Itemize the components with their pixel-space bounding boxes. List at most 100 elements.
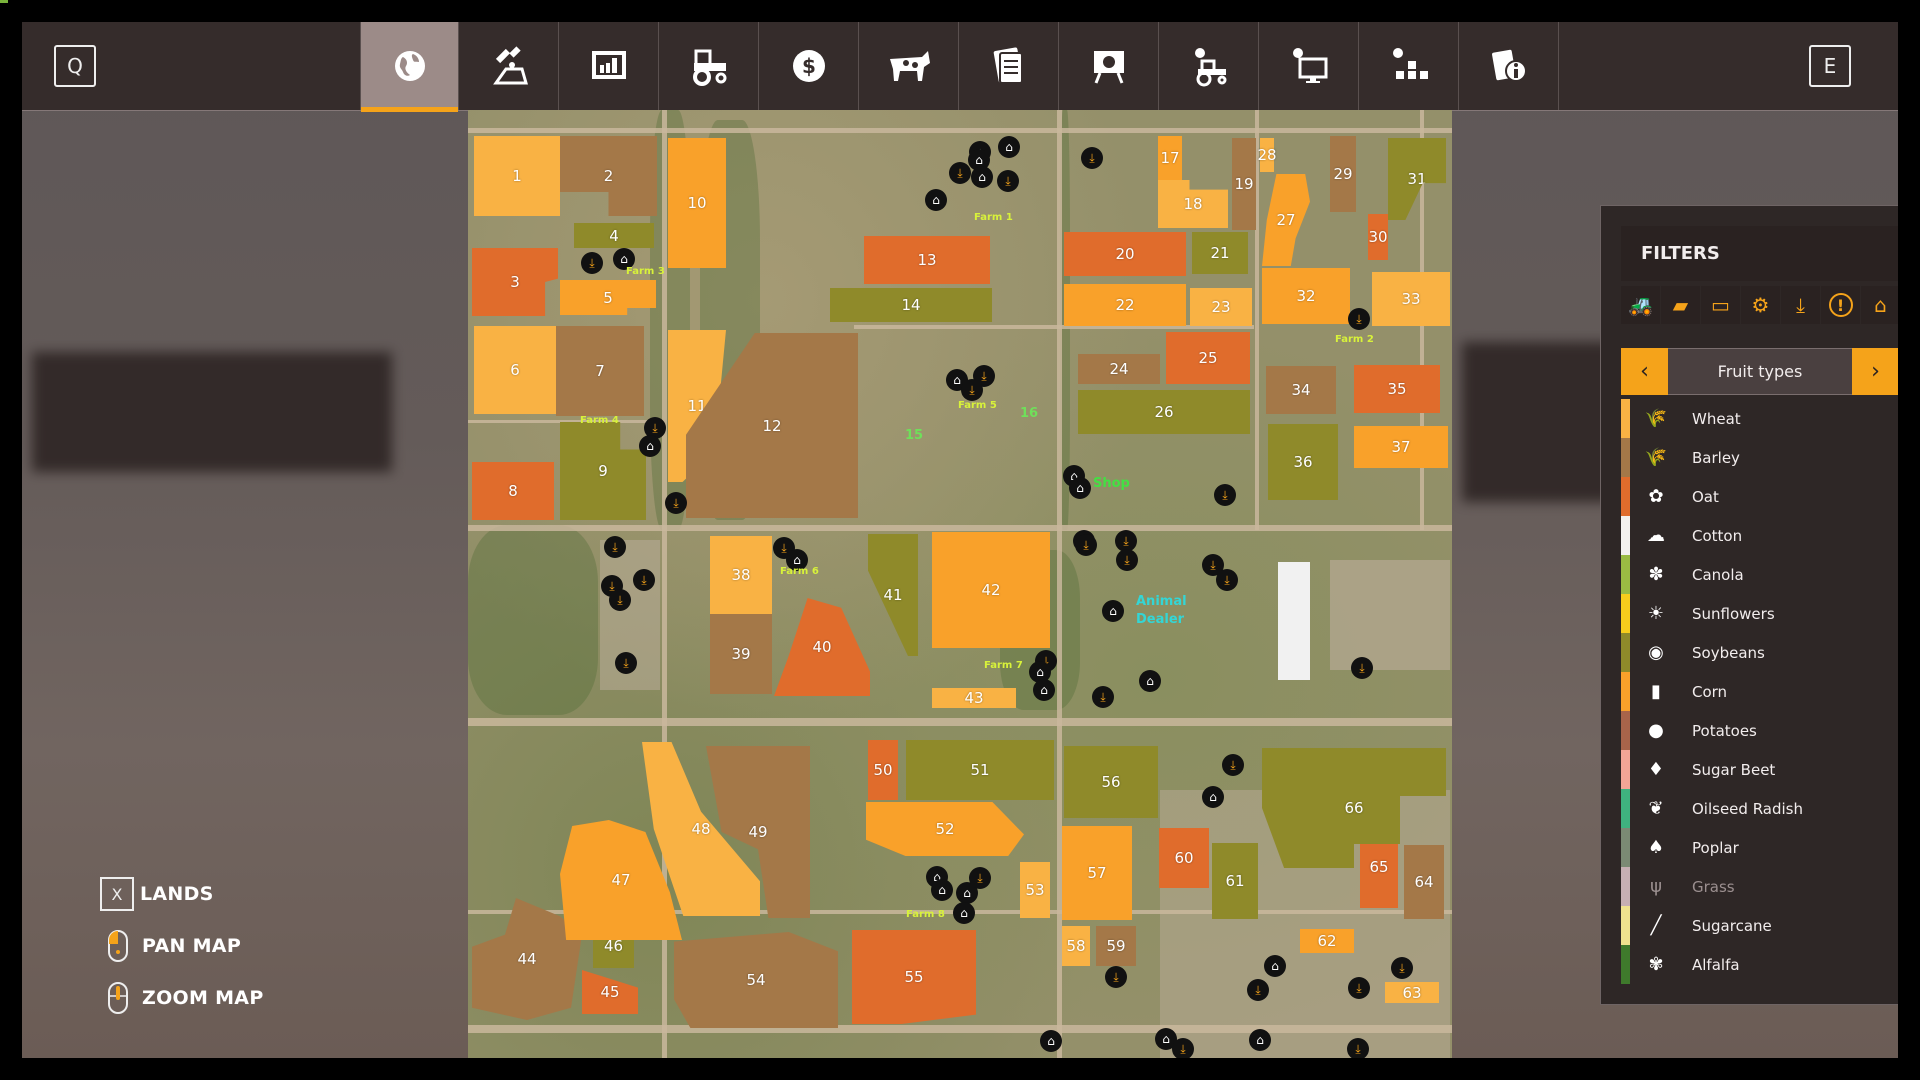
field-36[interactable]: 36	[1268, 424, 1338, 500]
filter-type-selector[interactable]: ‹ Fruit types ›	[1621, 348, 1898, 395]
sell-point-icon[interactable]: ⤓	[949, 162, 971, 184]
fruit-filter-item[interactable]: ╱ Sugarcane	[1621, 906, 1898, 945]
field-32[interactable]: 32	[1262, 268, 1350, 324]
field-2[interactable]: 2	[560, 136, 657, 216]
tab-vehicles[interactable]	[660, 22, 759, 110]
sell-point-icon[interactable]: ⤓	[581, 252, 603, 274]
field-3[interactable]: 3	[472, 248, 558, 316]
sell-point-icon[interactable]: ⤓	[1172, 1038, 1194, 1058]
sell-point-icon[interactable]: ⤓	[1116, 549, 1138, 571]
field-41[interactable]: 41	[868, 534, 918, 656]
field-55[interactable]: 55	[852, 930, 976, 1024]
animal-pen-icon[interactable]: ⌂	[1202, 786, 1224, 808]
field-14[interactable]: 14	[830, 288, 992, 322]
field-39[interactable]: 39	[710, 614, 772, 694]
field-1[interactable]: 1	[474, 136, 560, 216]
sell-point-icon[interactable]: ⤓	[1391, 957, 1413, 979]
tab-game-settings[interactable]	[1160, 22, 1259, 110]
sell-point-icon[interactable]: ⤓	[615, 652, 637, 674]
field-42[interactable]: 42	[932, 532, 1050, 648]
field-54[interactable]: 54	[674, 932, 838, 1028]
fruit-filter-item[interactable]: ◉ Soybeans	[1621, 633, 1898, 672]
field-34[interactable]: 34	[1266, 366, 1336, 414]
filter-toggle-trailer[interactable]: ▭	[1701, 286, 1740, 324]
animal-pen-icon[interactable]: ⌂	[925, 189, 947, 211]
fruit-filter-item[interactable]: ψ Grass	[1621, 867, 1898, 906]
field-19[interactable]: 19	[1232, 138, 1256, 230]
sell-point-icon[interactable]: ⤓	[604, 536, 626, 558]
filter-toggle-sell-point[interactable]: ⤓	[1781, 286, 1820, 324]
field-29[interactable]: 29	[1330, 136, 1356, 212]
filter-toggle-combine[interactable]: ▰	[1661, 286, 1700, 324]
field-58[interactable]: 58	[1062, 926, 1090, 966]
field-62[interactable]: 62	[1300, 929, 1354, 953]
tab-info[interactable]	[1460, 22, 1559, 110]
fruit-filter-item[interactable]: ✿ Oat	[1621, 477, 1898, 516]
sell-point-icon[interactable]: ⤓	[1348, 308, 1370, 330]
field-27[interactable]: 27	[1262, 174, 1310, 266]
field-6[interactable]: 6	[474, 326, 556, 414]
field-21[interactable]: 21	[1192, 232, 1248, 274]
field-51[interactable]: 51	[906, 740, 1054, 800]
animal-pen-icon[interactable]: ⌂	[931, 879, 953, 901]
field-18[interactable]: 18	[1158, 180, 1228, 228]
sell-point-icon[interactable]: ⤓	[633, 569, 655, 591]
field-50[interactable]: 50	[868, 740, 898, 800]
fruit-filter-item[interactable]: ☀ Sunflowers	[1621, 594, 1898, 633]
field-24[interactable]: 24	[1078, 354, 1160, 384]
field-40[interactable]: 40	[774, 598, 870, 696]
field-9[interactable]: 9	[560, 422, 646, 520]
field-17[interactable]: 17	[1158, 136, 1182, 180]
field-38[interactable]: 38	[710, 536, 772, 614]
sell-point-icon[interactable]: ⤓	[997, 170, 1019, 192]
field-56[interactable]: 56	[1064, 746, 1158, 818]
fruit-filter-item[interactable]: 🌾 Wheat	[1621, 399, 1898, 438]
sell-point-icon[interactable]: ⤓	[1222, 754, 1244, 776]
field-57[interactable]: 57	[1062, 826, 1132, 920]
field-60[interactable]: 60	[1159, 828, 1209, 888]
field-33[interactable]: 33	[1372, 272, 1450, 326]
fruit-filter-item[interactable]: 🌾 Barley	[1621, 438, 1898, 477]
tab-animals[interactable]	[860, 22, 959, 110]
field-52[interactable]: 52	[866, 802, 1024, 856]
sell-point-icon[interactable]: ⤓	[1216, 569, 1238, 591]
tab-statistics[interactable]	[560, 22, 659, 110]
tab-precision-farming[interactable]	[460, 22, 559, 110]
fruit-filter-item[interactable]: ☁ Cotton	[1621, 516, 1898, 555]
field-45[interactable]: 45	[582, 970, 638, 1014]
tab-help[interactable]	[1060, 22, 1159, 110]
animal-pen-icon[interactable]: ⌂	[998, 136, 1020, 158]
sell-point-icon[interactable]: ⤓	[1092, 686, 1114, 708]
sell-point-icon[interactable]: ⤓	[1347, 1038, 1369, 1058]
field-30[interactable]: 30	[1368, 214, 1388, 260]
sell-point-icon[interactable]: ⤓	[609, 589, 631, 611]
animal-pen-icon[interactable]: ⌂	[1069, 477, 1091, 499]
animal-pen-icon[interactable]: ⌂	[1139, 670, 1161, 692]
overview-map[interactable]: 1 2 3 4 5 6 7 8 9 10 11 12 13 14 15 16 17 18 19 20 21 22 23 24 2…	[468, 110, 1452, 1058]
previous-page-key[interactable]: Q	[54, 45, 96, 87]
sell-point-icon[interactable]: ⤓	[1348, 977, 1370, 999]
field-number-unplanted[interactable]: 16	[1020, 406, 1038, 421]
lands-toggle[interactable]: X LANDS	[100, 874, 264, 914]
tab-finances[interactable]: $	[760, 22, 859, 110]
animal-pen-icon[interactable]: ⌂	[1033, 679, 1055, 701]
field-13[interactable]: 13	[864, 236, 990, 284]
field-25[interactable]: 25	[1166, 332, 1250, 384]
sell-point-icon[interactable]: ⤓	[1075, 534, 1097, 556]
field-28[interactable]: 28	[1257, 138, 1277, 172]
animal-pen-icon[interactable]: ⌂	[1264, 955, 1286, 977]
selector-prev-button[interactable]: ‹	[1621, 348, 1668, 395]
sell-point-icon[interactable]: ⤓	[961, 379, 983, 401]
field-37[interactable]: 37	[1354, 426, 1448, 468]
tab-contracts[interactable]	[960, 22, 1059, 110]
filter-toggle-home[interactable]: ⌂	[1861, 286, 1898, 324]
animal-pen-icon[interactable]: ⌂	[1040, 1030, 1062, 1052]
field-35[interactable]: 35	[1354, 365, 1440, 413]
sell-point-icon[interactable]: ⤓	[1214, 484, 1236, 506]
animal-pen-icon[interactable]: ⌂	[971, 166, 993, 188]
sell-point-icon[interactable]: ⤓	[969, 867, 991, 889]
animal-pen-icon[interactable]: ⌂	[953, 902, 975, 924]
next-page-key[interactable]: E	[1809, 45, 1851, 87]
fruit-filter-item[interactable]: ✽ Canola	[1621, 555, 1898, 594]
fruit-filter-item[interactable]: ❦ Oilseed Radish	[1621, 789, 1898, 828]
